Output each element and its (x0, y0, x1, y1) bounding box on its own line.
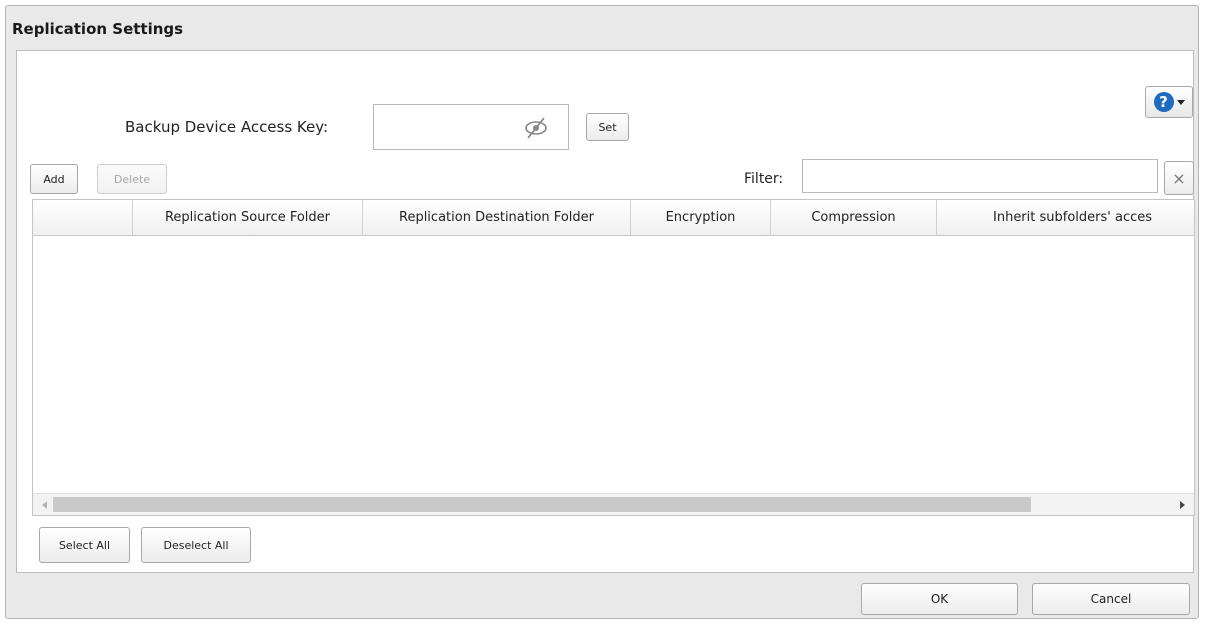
scroll-right-icon[interactable] (1180, 501, 1185, 509)
replication-settings-dialog: Replication Settings ? Backup Device Acc… (5, 5, 1199, 619)
horizontal-scrollbar[interactable] (33, 493, 1194, 515)
add-button[interactable]: Add (30, 164, 78, 194)
replication-table: Replication Source Folder Replication De… (32, 199, 1195, 516)
column-header-select[interactable] (33, 200, 133, 235)
column-header-encryption[interactable]: Encryption (631, 200, 771, 235)
close-icon[interactable]: × (1164, 161, 1194, 195)
help-menu-button[interactable]: ? (1145, 86, 1193, 118)
table-header: Replication Source Folder Replication De… (33, 200, 1194, 236)
column-header-source[interactable]: Replication Source Folder (133, 200, 363, 235)
cancel-button[interactable]: Cancel (1032, 583, 1190, 615)
eye-off-icon[interactable] (522, 116, 550, 140)
deselect-all-button[interactable]: Deselect All (141, 527, 251, 563)
column-header-destination[interactable]: Replication Destination Folder (363, 200, 631, 235)
select-all-button[interactable]: Select All (39, 527, 130, 563)
ok-button[interactable]: OK (861, 583, 1018, 615)
access-key-label: Backup Device Access Key: (125, 118, 329, 136)
filter-input[interactable] (802, 159, 1158, 193)
access-key-input[interactable] (373, 104, 569, 150)
delete-button[interactable]: Delete (97, 164, 167, 194)
dialog-title: Replication Settings (12, 20, 184, 38)
filter-label: Filter: (744, 171, 784, 187)
set-key-button[interactable]: Set (586, 113, 629, 141)
scroll-left-icon[interactable] (42, 501, 47, 509)
settings-panel: ? Backup Device Access Key: Set Add Dele… (16, 50, 1195, 573)
help-icon: ? (1153, 92, 1174, 112)
column-header-inherit[interactable]: Inherit subfolders' acces (937, 200, 1194, 235)
scrollbar-thumb[interactable] (53, 497, 1031, 512)
chevron-down-icon (1176, 99, 1185, 105)
column-header-compression[interactable]: Compression (771, 200, 937, 235)
